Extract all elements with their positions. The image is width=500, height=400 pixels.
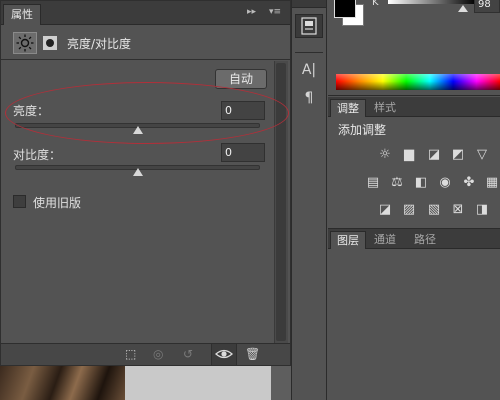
brightness-label: 亮度： [13, 104, 50, 118]
color-lookup-icon[interactable]: ▦ [483, 175, 500, 191]
posterize-icon[interactable]: ▨ [400, 202, 418, 218]
layer-mask-icon[interactable] [43, 36, 57, 50]
brightness-contrast-icon[interactable]: ☼ [376, 147, 394, 163]
tab-properties[interactable]: 属性 [3, 4, 41, 25]
selective-color-icon[interactable]: ◨ [473, 202, 491, 218]
brightness-slider-thumb[interactable] [132, 126, 143, 134]
add-adjustment-heading: 添加调整 [338, 123, 387, 137]
delete-icon[interactable]: 🗑 [245, 347, 260, 361]
foreground-color-swatch[interactable] [334, 0, 356, 18]
tab-adjustments[interactable]: 调整 [330, 99, 366, 117]
use-legacy-checkbox[interactable] [13, 195, 26, 208]
properties-body: 自动 亮度： 对比度： 使用旧版 [5, 61, 274, 343]
canvas-background [125, 366, 271, 400]
contrast-input[interactable] [221, 143, 265, 162]
properties-subheader: 亮度/对比度 [1, 26, 290, 60]
canvas-area[interactable] [0, 366, 291, 400]
black-white-icon[interactable]: ◧ [412, 175, 430, 191]
color-panel: K 98 [328, 0, 500, 96]
channel-slider-thumb[interactable] [458, 5, 468, 12]
brightness-input[interactable] [221, 101, 265, 120]
channel-mixer-icon[interactable]: ✤ [460, 175, 478, 191]
vibrance-icon[interactable]: ▽ [473, 147, 491, 163]
color-balance-icon[interactable]: ⚖ [388, 175, 406, 191]
use-legacy-label: 使用旧版 [33, 196, 82, 210]
layers-tabbar: 图层 通道 路径 [328, 229, 500, 249]
eye-icon [215, 349, 233, 359]
threshold-icon[interactable]: ▧ [425, 202, 443, 218]
tab-paths[interactable]: 路径 [408, 231, 442, 249]
properties-panel: 属性 ▸▸ ▾≡ 亮度/对比度 自动 亮度： 对比度： [0, 0, 291, 366]
adjustments-panel: 调整 样式 添加调整 ☼ ▆ ◪ ◩ ▽ ▤ ⚖ ◧ ◉ ✤ ▦ ◪ ▨ ▧ ⊠… [328, 97, 500, 227]
curves-icon[interactable]: ◪ [425, 147, 443, 163]
adjustment-title: 亮度/对比度 [67, 37, 132, 51]
tool-separator [295, 52, 323, 53]
character-panel-icon[interactable]: A| [295, 58, 323, 82]
collapse-panel-icon[interactable]: ▸▸ [247, 6, 256, 18]
panel-icon-strip: A| ¶ [291, 0, 327, 400]
reset-icon: ↺ [183, 347, 194, 361]
levels-icon[interactable]: ▆ [400, 147, 418, 163]
color-spectrum-ramp[interactable] [336, 74, 500, 90]
properties-footer: ⬚ ◎ ↺ 🗑 [1, 343, 290, 365]
panel-strip-header [292, 0, 326, 8]
view-previous-state-icon: ◎ [153, 347, 164, 361]
properties-scrollbar-thumb[interactable] [276, 63, 286, 341]
contrast-label: 对比度： [13, 148, 62, 162]
contrast-slider-thumb[interactable] [132, 168, 143, 176]
tab-channels[interactable]: 通道 [368, 231, 402, 249]
gradient-map-icon[interactable]: ⊠ [449, 202, 467, 218]
panel-menu-icon[interactable]: ▾≡ [269, 6, 281, 18]
adjustments-panel-icon[interactable] [295, 14, 323, 38]
clip-to-layer-icon[interactable]: ⬚ [125, 347, 136, 361]
photo-filter-icon[interactable]: ◉ [436, 175, 454, 191]
brightness-adjustment-icon[interactable] [13, 32, 37, 54]
properties-panel-header: 属性 ▸▸ ▾≡ [1, 1, 290, 25]
auto-button[interactable]: 自动 [215, 69, 267, 89]
invert-icon[interactable]: ◪ [376, 202, 394, 218]
canvas-image [0, 366, 125, 400]
toggle-visibility-button[interactable] [211, 344, 237, 365]
exposure-icon[interactable]: ◩ [449, 147, 467, 163]
layers-panel: 图层 通道 路径 [328, 228, 500, 400]
hue-saturation-icon[interactable]: ▤ [364, 175, 382, 191]
channel-slider[interactable] [388, 0, 476, 4]
channel-label: K [372, 0, 379, 8]
tab-layers[interactable]: 图层 [330, 231, 366, 249]
adjustments-tabbar: 调整 样式 [328, 97, 500, 117]
tab-styles[interactable]: 样式 [368, 99, 402, 117]
paragraph-panel-icon[interactable]: ¶ [295, 86, 323, 110]
channel-value-input[interactable]: 98 [474, 0, 500, 13]
